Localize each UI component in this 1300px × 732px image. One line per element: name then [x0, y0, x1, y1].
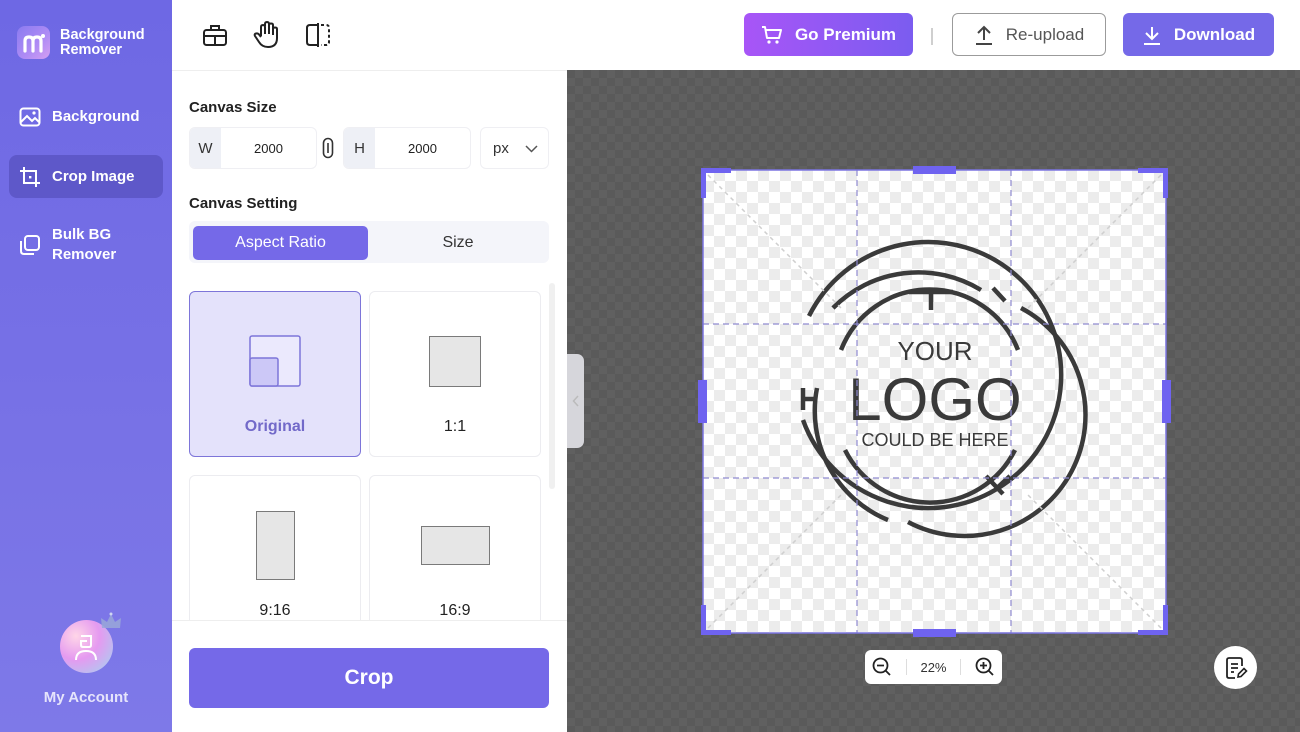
m-logo-icon — [17, 26, 50, 59]
chevron-left-icon — [571, 395, 579, 407]
note-edit-icon — [1225, 656, 1248, 679]
crop-handle-bottom[interactable] — [913, 629, 956, 637]
sidebar-item-label: Bulk BG Remover — [52, 226, 117, 263]
user-icon — [75, 634, 97, 660]
toolbox-icon — [203, 25, 227, 46]
go-premium-button[interactable]: Go Premium — [744, 13, 913, 56]
reupload-button[interactable]: Re-upload — [952, 13, 1106, 56]
unit-select[interactable]: px — [480, 127, 549, 169]
crop-frame[interactable] — [698, 166, 1171, 637]
unit-value: px — [493, 139, 509, 157]
width-field[interactable]: W 2000 — [189, 127, 317, 169]
image-icon — [19, 106, 41, 128]
crop-handle-top[interactable] — [913, 166, 956, 174]
collapse-panel-handle[interactable] — [567, 354, 584, 448]
crown-icon — [99, 612, 123, 637]
width-value[interactable]: 2000 — [221, 128, 316, 168]
account-label: My Account — [43, 689, 129, 706]
landscape-ratio-icon — [421, 526, 490, 565]
ratio-9-16[interactable]: 9:16 — [189, 475, 361, 641]
crop-button[interactable]: Crop — [189, 648, 549, 708]
panel-divider-line — [172, 620, 567, 621]
my-account[interactable]: My Account — [0, 612, 172, 706]
cart-icon — [761, 25, 783, 45]
zoom-out-icon — [872, 657, 891, 676]
brand-name: Background Remover — [60, 26, 145, 58]
crop-handle-right[interactable] — [1162, 380, 1171, 423]
original-ratio-icon — [249, 335, 301, 387]
sidebar-item-bulk-bg-remover[interactable]: Bulk BG Remover — [9, 222, 163, 268]
panel-scrollbar[interactable] — [549, 283, 555, 489]
feedback-button[interactable] — [1214, 646, 1257, 689]
crop-handle-left[interactable] — [698, 380, 707, 423]
ratio-original[interactable]: Original — [189, 291, 361, 457]
zoom-in-button[interactable] — [975, 657, 995, 677]
canvas-setting-title: Canvas Setting — [189, 195, 298, 212]
avatar[interactable] — [59, 612, 121, 673]
layers-icon — [19, 234, 41, 256]
ratio-label: Original — [244, 418, 306, 435]
width-prefix: W — [190, 128, 221, 168]
top-toolbar: Go Premium Re-upload Download — [172, 0, 1300, 70]
zoom-out-button[interactable] — [872, 657, 892, 677]
height-value[interactable]: 2000 — [375, 128, 470, 168]
compare-icon — [306, 23, 330, 47]
sidebar-item-crop-image[interactable]: Crop Image — [9, 155, 163, 198]
download-button[interactable]: Download — [1123, 13, 1274, 56]
sidebar: Background Remover Background Crop Image… — [0, 0, 172, 732]
zoom-in-icon — [975, 657, 994, 676]
sidebar-item-background[interactable]: Background — [9, 95, 163, 138]
sidebar-item-label: Crop Image — [52, 167, 135, 185]
chevron-down-icon — [525, 140, 538, 157]
tab-size[interactable]: Size — [371, 226, 545, 260]
tab-aspect-ratio[interactable]: Aspect Ratio — [193, 226, 368, 260]
zoom-control: 22% — [865, 650, 1002, 684]
ratio-label: 1:1 — [443, 418, 467, 435]
upload-icon — [974, 25, 994, 45]
sidebar-item-label: Background — [52, 107, 140, 125]
hand-tool-button[interactable] — [251, 20, 281, 50]
canvas-setting-tabs: Aspect Ratio Size — [189, 221, 549, 263]
ratio-label: 16:9 — [439, 602, 471, 619]
height-field[interactable]: H 2000 — [343, 127, 471, 169]
brand[interactable]: Background Remover — [17, 26, 145, 59]
lock-ratio-link-icon[interactable] — [322, 137, 334, 164]
ratio-label: 9:16 — [259, 602, 291, 619]
toolbox-button[interactable] — [200, 20, 230, 50]
portrait-ratio-icon — [256, 511, 295, 580]
ratio-16-9[interactable]: 16:9 — [369, 475, 541, 641]
ratio-1-1[interactable]: 1:1 — [369, 291, 541, 457]
crop-settings-panel: Canvas Size W 2000 H 2000 px Canvas Sett… — [172, 70, 567, 732]
toolbar-divider — [931, 28, 933, 45]
height-prefix: H — [344, 128, 375, 168]
canvas-area[interactable]: YOUR LOGO COULD BE HERE 22% — [567, 70, 1300, 732]
hand-icon — [253, 21, 278, 48]
square-ratio-icon — [429, 336, 481, 387]
canvas-size-title: Canvas Size — [189, 99, 277, 116]
zoom-level: 22% — [920, 659, 947, 675]
download-icon — [1142, 25, 1162, 45]
compare-button[interactable] — [303, 20, 333, 50]
crop-icon — [19, 166, 41, 188]
